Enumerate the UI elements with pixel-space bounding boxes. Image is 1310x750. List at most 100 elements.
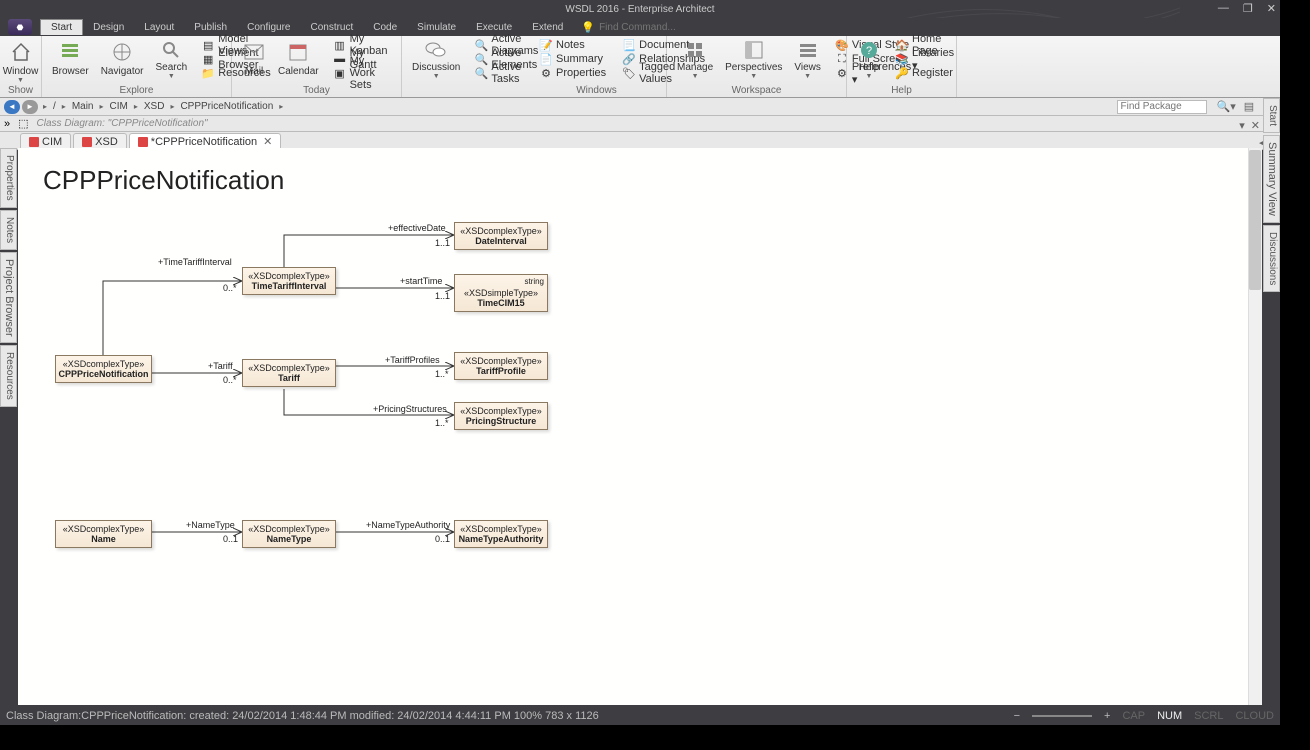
today-group-label: Today xyxy=(232,85,401,96)
libraries-item[interactable]: 📚Libraries ▾ xyxy=(891,52,958,66)
close-button[interactable]: ✕ xyxy=(1267,2,1276,15)
side-resources[interactable]: Resources xyxy=(0,345,17,407)
diagram-small-icon xyxy=(138,137,148,147)
properties-item[interactable]: ⚙Properties xyxy=(535,66,610,80)
element-tariffprofile[interactable]: «XSDcomplexType»TariffProfile xyxy=(454,352,548,380)
my-work-sets-item[interactable]: ▣My Work Sets xyxy=(329,66,393,80)
app-icon[interactable]: ⬣ xyxy=(8,19,32,35)
home-icon xyxy=(9,40,33,64)
discussion-icon xyxy=(424,40,448,60)
element-tariff[interactable]: «XSDcomplexType»Tariff xyxy=(242,359,336,387)
mult-nt: 0..1 xyxy=(223,534,238,544)
search-small-icon: 🔍 xyxy=(474,52,488,66)
summary-item[interactable]: 📄Summary xyxy=(535,52,610,66)
element-nametype[interactable]: «XSDcomplexType»NameType xyxy=(242,520,336,548)
tab-menu-icon[interactable]: ▾ xyxy=(1239,119,1245,132)
calendar-button[interactable]: Calendar xyxy=(272,38,325,82)
discussion-button[interactable]: Discussion▼ xyxy=(406,38,466,82)
explore-group-label: Explore xyxy=(42,85,231,96)
folder-icon: 📁 xyxy=(201,66,215,80)
minimize-button[interactable]: — xyxy=(1218,2,1229,15)
search-pkg-icon[interactable]: 🔍▾ xyxy=(1217,100,1236,113)
menu-start[interactable]: Start xyxy=(40,19,83,35)
diagram-icon[interactable]: ⬚ xyxy=(18,117,28,130)
side-notes[interactable]: Notes xyxy=(0,210,17,250)
search-icon xyxy=(159,40,183,60)
window-button[interactable]: Window ▼ xyxy=(4,38,37,86)
perspectives-button[interactable]: Perspectives▼ xyxy=(719,38,788,82)
mail-button[interactable]: Mail xyxy=(236,38,272,82)
workset-icon: ▣ xyxy=(333,66,347,80)
element-nametypeauthority[interactable]: «XSDcomplexType»NameTypeAuthority xyxy=(454,520,548,548)
mult-tti: 0..* xyxy=(223,283,237,293)
window-title: WSDL 2016 - Enterprise Architect xyxy=(565,4,714,15)
browser-button[interactable]: Browser xyxy=(46,38,95,82)
element-timecim15[interactable]: string«XSDsimpleType»TimeCIM15 xyxy=(454,274,548,312)
browser-icon xyxy=(58,40,82,64)
bc-xsd[interactable]: XSD xyxy=(141,101,168,112)
filter-icon[interactable]: ▤ xyxy=(1244,100,1254,113)
side-discussions[interactable]: Discussions xyxy=(1263,225,1280,292)
document-icon: 📃 xyxy=(622,38,636,52)
diagram-small-icon xyxy=(82,137,92,147)
find-package[interactable] xyxy=(1117,100,1207,114)
find-package-input[interactable] xyxy=(1117,100,1207,114)
help-button[interactable]: ?Help▼ xyxy=(851,38,887,82)
forward-button[interactable]: ► xyxy=(22,100,38,114)
ribbon: Window ▼ Show Browser Navigator Search▼ … xyxy=(0,36,1280,98)
mult-tp: 1..* xyxy=(435,369,449,379)
find-command[interactable]: 💡 xyxy=(581,21,719,34)
tab-xsd[interactable]: XSD xyxy=(73,133,127,149)
close-icon[interactable]: ✕ xyxy=(263,135,272,148)
diagram-canvas[interactable]: CPPPriceNotification xyxy=(18,148,1262,705)
side-summary[interactable]: Summary View xyxy=(1263,135,1280,223)
bc-cpp[interactable]: CPPPriceNotification xyxy=(177,101,276,112)
element-name[interactable]: «XSDcomplexType»Name xyxy=(55,520,152,548)
tab-close-icon[interactable]: ✕ xyxy=(1251,119,1260,132)
register-item[interactable]: 🔑Register xyxy=(891,66,958,80)
relationships-icon: 🔗 xyxy=(622,52,636,66)
element-cpppricenotification[interactable]: «XSDcomplexType»CPPPriceNotification xyxy=(55,355,152,383)
search-small-icon: 🔍 xyxy=(474,38,488,52)
zoom-in-icon[interactable]: + xyxy=(1104,710,1110,722)
status-cap: CAP xyxy=(1122,710,1145,722)
calendar-icon xyxy=(286,40,310,64)
element-dateinterval[interactable]: «XSDcomplexType»DateInterval xyxy=(454,222,548,250)
role-pricingstructures: +PricingStructures xyxy=(373,404,447,414)
manage-button[interactable]: Manage▼ xyxy=(671,38,719,82)
element-timetariffinterval[interactable]: «XSDcomplexType»TimeTariffInterval xyxy=(242,267,336,295)
find-command-input[interactable] xyxy=(599,22,719,33)
notes-item[interactable]: 📝Notes xyxy=(535,38,610,52)
zoom-out-icon[interactable]: − xyxy=(1014,710,1020,722)
vertical-scrollbar[interactable] xyxy=(1248,148,1262,705)
status-bar: Class Diagram:CPPPriceNotification: crea… xyxy=(0,707,1280,725)
views-button[interactable]: Views▼ xyxy=(788,38,827,82)
bc-cim[interactable]: CIM xyxy=(107,101,131,112)
role-timetariffinterval: +TimeTariffInterval xyxy=(158,257,232,267)
menu-simulate[interactable]: Simulate xyxy=(407,20,466,35)
expand-icon[interactable]: » xyxy=(4,118,10,130)
tab-active[interactable]: *CPPPriceNotification✕ xyxy=(129,133,282,149)
menu-design[interactable]: Design xyxy=(83,20,134,35)
side-start[interactable]: Start xyxy=(1263,98,1280,133)
mult-tariff: 0..* xyxy=(223,375,237,385)
search-button[interactable]: Search▼ xyxy=(150,38,194,82)
properties-icon: ⚙ xyxy=(539,66,553,80)
home-small-icon: 🏠 xyxy=(895,38,909,52)
mult-tc: 1..1 xyxy=(435,291,450,301)
help-icon: ? xyxy=(857,40,881,60)
tab-cim[interactable]: CIM xyxy=(20,133,71,149)
mail-icon xyxy=(242,40,266,64)
diagram-label: Class Diagram: "CPPPriceNotification" xyxy=(37,118,208,129)
maximize-button[interactable]: ❐ xyxy=(1243,2,1253,15)
role-nametype: +NameType xyxy=(186,520,235,530)
side-project-browser[interactable]: Project Browser xyxy=(0,252,17,344)
element-pricingstructure[interactable]: «XSDcomplexType»PricingStructure xyxy=(454,402,548,430)
menu-layout[interactable]: Layout xyxy=(134,20,184,35)
scroll-thumb[interactable] xyxy=(1249,150,1261,290)
zoom-slider[interactable] xyxy=(1032,715,1092,717)
bc-main[interactable]: Main xyxy=(69,101,97,112)
navigator-button[interactable]: Navigator xyxy=(95,38,150,82)
back-button[interactable]: ◄ xyxy=(4,100,20,114)
side-properties[interactable]: Properties xyxy=(0,148,17,208)
